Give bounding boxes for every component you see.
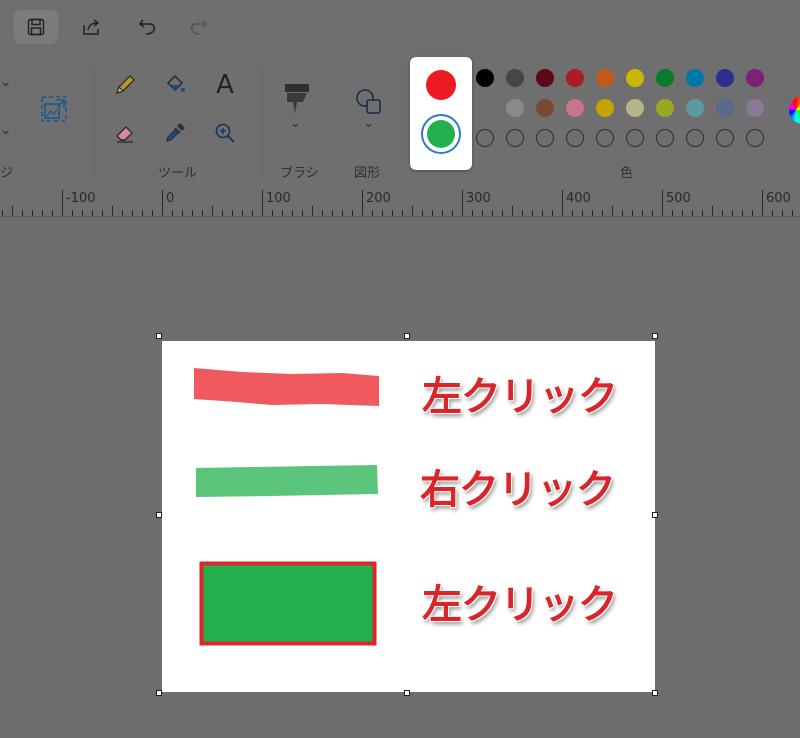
palette-swatch[interactable]: [476, 69, 494, 87]
undo-button[interactable]: [126, 10, 170, 44]
colors-label: 色: [620, 166, 634, 181]
eraser-button[interactable]: [108, 116, 142, 150]
save-button[interactable]: [14, 10, 58, 44]
redo-icon: [190, 19, 208, 35]
right-click-label: 右クリック: [420, 467, 616, 513]
color-picker-icon: [166, 123, 185, 142]
save-icon: [27, 18, 45, 36]
custom-color-slot[interactable]: [686, 129, 704, 147]
custom-color-slot[interactable]: [536, 129, 554, 147]
palette-swatch[interactable]: [596, 69, 614, 87]
resize-handle[interactable]: [652, 512, 658, 518]
palette-swatch[interactable]: [596, 99, 614, 117]
resize-handle[interactable]: [652, 690, 658, 696]
resize-handle[interactable]: [652, 333, 658, 339]
undo-icon: [138, 19, 156, 35]
magnifier-button[interactable]: [208, 116, 242, 150]
palette-swatch[interactable]: [626, 69, 644, 87]
resize-handle[interactable]: [156, 333, 162, 339]
ruler-label: 300: [466, 191, 491, 206]
quick-access-toolbar: [0, 0, 800, 52]
ruler-label: 0: [166, 191, 175, 206]
ruler-label: 600: [766, 191, 791, 206]
palette-swatch[interactable]: [536, 69, 554, 87]
resize-handle[interactable]: [404, 690, 410, 696]
ruler-label: -100: [66, 191, 96, 206]
fill-button[interactable]: [158, 68, 192, 102]
brush-button[interactable]: ⌄: [280, 80, 314, 138]
custom-color-slot[interactable]: [566, 129, 584, 147]
palette-swatch[interactable]: [686, 99, 704, 117]
pencil-button[interactable]: [108, 68, 142, 102]
palette-swatch[interactable]: [716, 99, 734, 117]
redo-button[interactable]: [176, 10, 220, 44]
left-click-label: 左クリック: [422, 582, 618, 628]
resize-handle[interactable]: [156, 512, 162, 518]
fill-bucket-icon: [166, 74, 185, 92]
active-colors-panel: [410, 57, 472, 170]
ribbon-divider: [262, 66, 263, 178]
resize-handle[interactable]: [156, 690, 162, 696]
brush-label: ブラシ: [280, 166, 319, 181]
shapes-label: 図形: [354, 166, 381, 181]
palette-swatch[interactable]: [746, 69, 764, 87]
color1-swatch[interactable]: [426, 70, 456, 100]
share-icon: [83, 19, 100, 35]
color-picker-button[interactable]: [158, 116, 192, 150]
image-group-label: ジ: [0, 166, 14, 181]
palette-swatch[interactable]: [626, 99, 644, 117]
text-button[interactable]: A: [208, 68, 242, 102]
palette-swatch[interactable]: [566, 99, 584, 117]
magnifier-icon: [215, 123, 235, 143]
palette-swatch[interactable]: [536, 99, 554, 117]
ruler-label: 100: [266, 191, 291, 206]
color-palette: [476, 69, 776, 161]
brush-icon: [285, 84, 309, 114]
shapes-icon: [356, 89, 381, 114]
resize-image-button[interactable]: [37, 92, 71, 126]
ruler-label: 200: [366, 191, 391, 206]
palette-swatch[interactable]: [476, 99, 494, 117]
custom-color-slot[interactable]: [626, 129, 644, 147]
chevron-down-icon[interactable]: ⌄: [0, 74, 12, 90]
green-brush-stroke: [196, 465, 378, 497]
horizontal-ruler: -100 0 100 200 300 400 500 600: [0, 188, 800, 217]
palette-swatch[interactable]: [716, 69, 734, 87]
palette-swatch[interactable]: [686, 69, 704, 87]
shapes-button[interactable]: ⌄: [354, 86, 388, 140]
left-click-label: 左クリック: [422, 374, 618, 420]
green-rectangle-shape: [199, 561, 377, 646]
palette-swatch[interactable]: [656, 99, 674, 117]
resize-image-icon: [41, 96, 67, 122]
ribbon-divider: [94, 66, 95, 178]
resize-handle[interactable]: [404, 333, 410, 339]
ruler-label: 400: [566, 191, 591, 206]
ruler-label: 500: [666, 191, 691, 206]
custom-color-slot[interactable]: [656, 129, 674, 147]
text-icon: A: [216, 70, 234, 100]
custom-color-slot[interactable]: [476, 129, 494, 147]
chevron-down-icon: ⌄: [363, 116, 374, 131]
chevron-down-icon[interactable]: ⌄: [0, 122, 12, 138]
palette-swatch[interactable]: [506, 69, 524, 87]
drawing-canvas[interactable]: 左クリック 右クリック 左クリック: [162, 341, 655, 692]
palette-swatch[interactable]: [506, 99, 524, 117]
palette-swatch[interactable]: [566, 69, 584, 87]
custom-color-slot[interactable]: [506, 129, 524, 147]
red-brush-stroke: [194, 368, 379, 406]
eraser-icon: [116, 126, 133, 143]
color2-swatch: [427, 120, 455, 148]
share-button[interactable]: [70, 10, 114, 44]
custom-color-slot[interactable]: [716, 129, 734, 147]
custom-color-slot[interactable]: [596, 129, 614, 147]
chevron-down-icon: ⌄: [290, 116, 301, 131]
custom-color-slot[interactable]: [746, 129, 764, 147]
color2-selection-ring[interactable]: [421, 114, 461, 154]
palette-swatch[interactable]: [746, 99, 764, 117]
pencil-icon: [115, 75, 135, 95]
palette-swatch[interactable]: [656, 69, 674, 87]
tools-group-label: ツール: [158, 166, 198, 181]
